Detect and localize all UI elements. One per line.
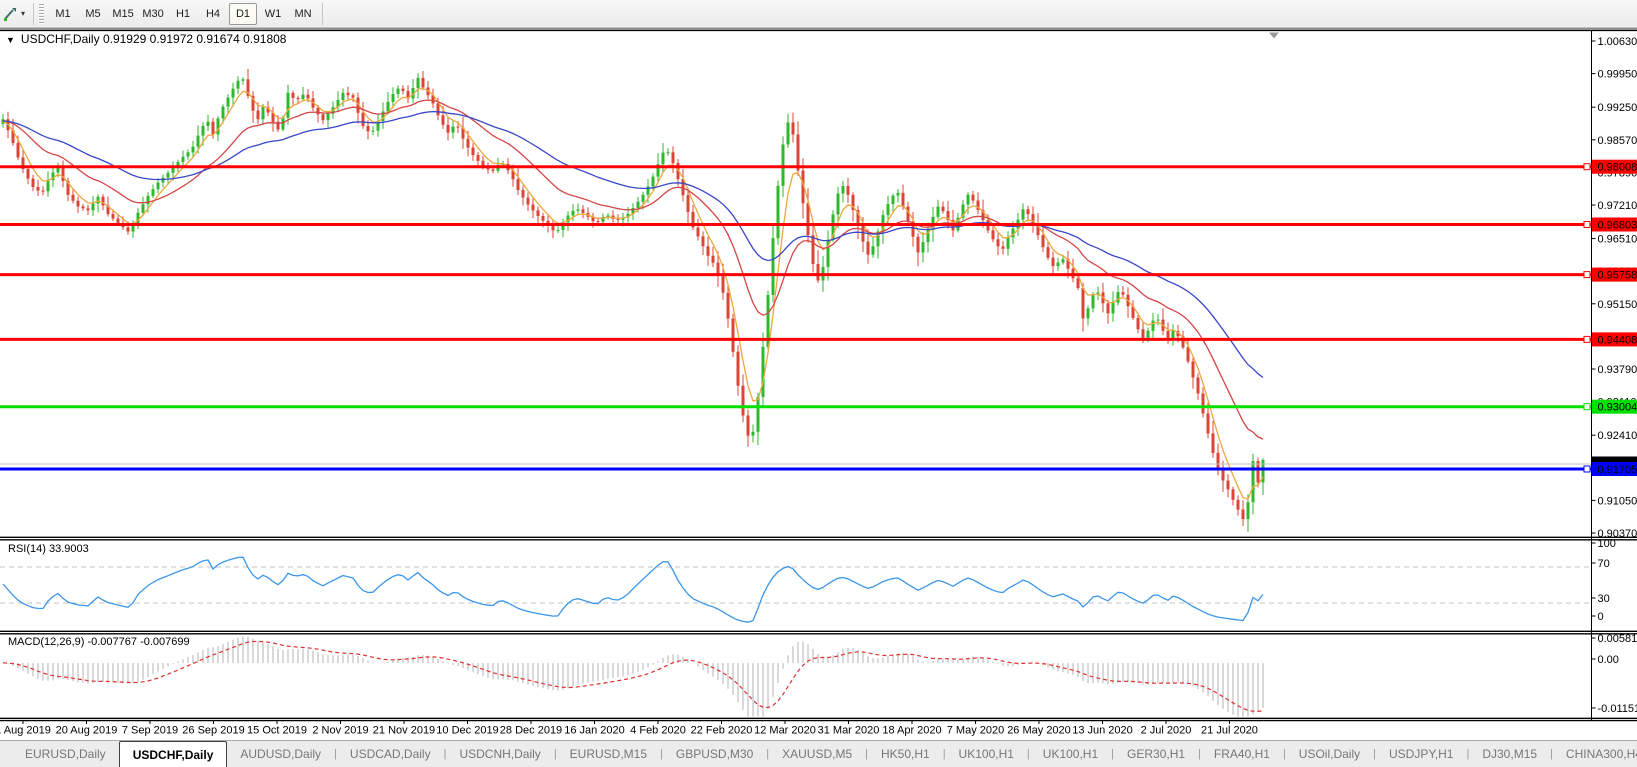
- tab-label: USDCNH,Daily: [459, 747, 541, 761]
- tab-UK100-H1[interactable]: UK100,H1: [946, 741, 1027, 767]
- date-tick-label: 21 Jul 2020: [1201, 725, 1258, 737]
- date-tick-label: 21 Nov 2019: [373, 725, 435, 737]
- tab-label: XAUUSD,M5: [782, 747, 853, 761]
- svg-text:0.96803: 0.96803: [1598, 220, 1637, 232]
- price-tick-label: 0.99950: [1598, 69, 1637, 81]
- tab-USDCAD-Daily[interactable]: USDCAD,Daily: [337, 741, 444, 767]
- date-tick-label: 2 Nov 2019: [312, 725, 368, 737]
- chart-canvas[interactable]: 1.006300.999500.992500.985700.978900.972…: [0, 28, 1637, 740]
- date-tick-label: 28 Dec 2019: [500, 725, 562, 737]
- date-tick-label: 2 Jul 2020: [1141, 725, 1192, 737]
- toolbar-grip[interactable]: [39, 3, 45, 24]
- timeframe-button-M5[interactable]: M5: [79, 3, 107, 25]
- timeframe-button-M30[interactable]: M30: [139, 3, 167, 25]
- tab-label: CHINA300,H4: [1565, 747, 1637, 761]
- price-tick-label: 0.98570: [1598, 135, 1637, 147]
- rsi-tick-label: 70: [1598, 558, 1610, 570]
- date-tick-label: 18 Apr 2020: [882, 725, 941, 737]
- svg-text:0.91705: 0.91705: [1598, 464, 1637, 476]
- tab-label: UK100,H1: [1042, 747, 1099, 761]
- date-tick-label: 20 Aug 2019: [56, 725, 118, 737]
- date-tick-label: 26 Sep 2019: [182, 725, 244, 737]
- macd-tick-label: 0.00: [1598, 654, 1619, 666]
- timeframe-button-H1[interactable]: H1: [169, 3, 197, 25]
- svg-text:0.93004: 0.93004: [1598, 402, 1637, 414]
- macd-tick-label: -0.011514: [1598, 703, 1637, 715]
- price-tick-label: 0.99250: [1598, 102, 1637, 114]
- tab-label: USDJPY,H1: [1389, 747, 1454, 761]
- date-tick-label: 15 Oct 2019: [247, 725, 307, 737]
- tab-label: USDCAD,Daily: [349, 747, 431, 761]
- toolbar-separator: [33, 2, 35, 25]
- tab-label: EURUSD,M15: [569, 747, 648, 761]
- tab-HK50-H1[interactable]: HK50,H1: [868, 741, 943, 767]
- timeframe-button-D1[interactable]: D1: [229, 2, 258, 25]
- drawing-tool-button[interactable]: ▾: [0, 2, 29, 26]
- tab-label: USOil,Daily: [1298, 747, 1361, 761]
- date-tick-label: 4 Feb 2020: [630, 725, 686, 737]
- timeframe-toolbar-buttons: M1 M5 M15 M30 H1 H4 D1 W1 MN: [48, 2, 318, 25]
- tab-label: USDCHF,Daily: [132, 747, 214, 762]
- date-tick-label: 31 Mar 2020: [818, 725, 880, 737]
- tab-USOil-Daily[interactable]: USOil,Daily: [1286, 741, 1373, 767]
- chart-tabs: EURUSD,Daily USDCHF,Daily AUDUSD,Daily | USD…: [12, 741, 1637, 767]
- timeframe-button-M15[interactable]: M15: [109, 3, 137, 25]
- tab-USDCNH-Daily[interactable]: USDCNH,Daily: [446, 741, 553, 767]
- drawing-tool-icon: [4, 7, 16, 21]
- tab-label: FRA40,H1: [1213, 747, 1270, 761]
- svg-text:0.98008: 0.98008: [1598, 162, 1637, 174]
- tab-USDCHF-Daily[interactable]: USDCHF,Daily: [118, 741, 228, 767]
- tab-GER30-H1[interactable]: GER30,H1: [1114, 741, 1198, 767]
- tab-AUDUSD-Daily[interactable]: AUDUSD,Daily: [227, 741, 334, 767]
- svg-text:0.94408: 0.94408: [1598, 334, 1637, 346]
- price-tick-label: 0.95150: [1598, 299, 1637, 311]
- tab-EURUSD-M15[interactable]: EURUSD,M15: [557, 741, 660, 767]
- chart-tabbar: EURUSD,Daily USDCHF,Daily AUDUSD,Daily | USD…: [0, 740, 1637, 767]
- timeframe-button-M1[interactable]: M1: [49, 3, 77, 25]
- chart-window[interactable]: 1.006300.999500.992500.985700.978900.972…: [0, 28, 1637, 740]
- price-tick-label: 0.93790: [1598, 364, 1637, 376]
- tab-UK100-H1[interactable]: UK100,H1: [1030, 741, 1111, 767]
- tab-label: GER30,H1: [1127, 747, 1186, 761]
- date-tick-label: 16 Jan 2020: [564, 725, 625, 737]
- rsi-tick-label: 100: [1598, 538, 1616, 550]
- date-tick-label: 7 May 2020: [947, 725, 1004, 737]
- chevron-down-icon: ▾: [21, 9, 26, 18]
- timeframe-toolbar: ▾ M1 M5 M15 M30 H1 H4 D1 W1 MN: [0, 0, 1637, 28]
- tab-FRA40-H1[interactable]: FRA40,H1: [1201, 741, 1283, 767]
- price-tick-label: 0.92410: [1598, 430, 1637, 442]
- svg-text:0.95758: 0.95758: [1598, 270, 1637, 282]
- toolbar-separator: [322, 2, 324, 25]
- timeframe-button-W1[interactable]: W1: [259, 3, 287, 25]
- date-tick-label: 26 May 2020: [1007, 725, 1071, 737]
- date-tick-label: 13 Jun 2020: [1072, 725, 1133, 737]
- timeframe-button-H4[interactable]: H4: [199, 3, 227, 25]
- price-tick-label: 0.97210: [1598, 200, 1637, 212]
- price-tick-label: 1.00630: [1598, 36, 1637, 48]
- tab-label: UK100,H1: [958, 747, 1014, 761]
- date-tick-label: 7 Sep 2019: [122, 725, 178, 737]
- rsi-tick-label: 0: [1598, 611, 1604, 623]
- timeframe-button-MN[interactable]: MN: [289, 3, 317, 25]
- tab-EURUSD-Daily[interactable]: EURUSD,Daily: [12, 741, 119, 767]
- tab-DJ30-M15[interactable]: DJ30,M15: [1469, 741, 1550, 767]
- price-tick-label: 0.96510: [1598, 234, 1637, 246]
- tab-label: HK50,H1: [880, 747, 930, 761]
- date-tick-label: 22 Feb 2020: [691, 725, 753, 737]
- price-tick-label: 0.91050: [1598, 495, 1637, 507]
- tab-label: DJ30,M15: [1482, 747, 1538, 761]
- date-tick-label: 10 Dec 2019: [436, 725, 498, 737]
- macd-tick-label: 0.005818: [1598, 633, 1637, 645]
- tab-GBPUSD-M30[interactable]: GBPUSD,M30: [663, 741, 766, 767]
- date-tick-label: 12 Mar 2020: [754, 725, 816, 737]
- tab-CHINA300-H4[interactable]: CHINA300,H4: [1553, 741, 1637, 767]
- tab-XAUUSD-M5[interactable]: XAUUSD,M5: [769, 741, 865, 767]
- date-tick-label: 1 Aug 2019: [0, 725, 51, 737]
- tab-USDJPY-H1[interactable]: USDJPY,H1: [1376, 741, 1466, 767]
- tab-label: EURUSD,Daily: [25, 747, 106, 761]
- tab-label: AUDUSD,Daily: [240, 747, 322, 761]
- rsi-tick-label: 30: [1598, 593, 1610, 605]
- tab-label: GBPUSD,M30: [675, 747, 754, 761]
